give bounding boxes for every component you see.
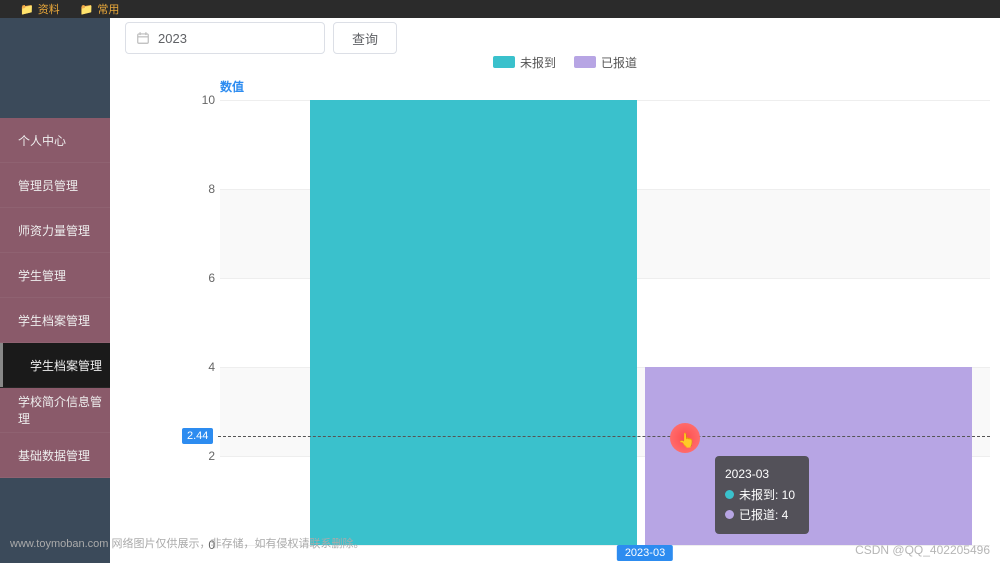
bar-未报到[interactable]	[310, 100, 637, 545]
sidebar-item-student[interactable]: 学生管理	[0, 253, 110, 298]
y-tick-label: 4	[190, 360, 215, 374]
sidebar-item-basic-data[interactable]: 基础数据管理	[0, 433, 110, 478]
sidebar-item-archive[interactable]: 学生档案管理	[0, 298, 110, 343]
year-value: 2023	[158, 31, 187, 46]
sidebar-item-archive-active[interactable]: 学生档案管理	[0, 343, 110, 388]
y-tick-label: 8	[190, 182, 215, 196]
sidebar-item-faculty[interactable]: 师资力量管理	[0, 208, 110, 253]
bookmark-folder-2[interactable]: 📁常用	[80, 1, 120, 17]
legend-swatch-2	[574, 56, 596, 68]
sidebar-item-personal[interactable]: 个人中心	[0, 118, 110, 163]
sidebar-item-admin[interactable]: 管理员管理	[0, 163, 110, 208]
chart-tooltip: 2023-03未报到: 10已报道: 4	[715, 456, 809, 533]
calendar-icon	[136, 31, 150, 45]
marker-badge: 2.44	[182, 428, 213, 444]
plot: 02468102023-032.44👆2023-03未报到: 10已报道: 4	[220, 100, 990, 545]
y-tick-label: 10	[190, 93, 215, 107]
cursor-hand-icon: 👆	[678, 432, 695, 449]
tooltip-row: 未报到: 10	[725, 485, 795, 505]
legend-swatch-1	[493, 56, 515, 68]
bookmarks-bar: 📁资料 📁常用	[0, 0, 1000, 18]
x-tick-label: 2023-03	[617, 545, 673, 561]
legend: 未报到 已报道	[130, 50, 1000, 74]
marker-line	[218, 436, 990, 437]
sidebar: 个人中心 管理员管理 师资力量管理 学生管理 学生档案管理 学生档案管理 学校简…	[0, 18, 110, 563]
cursor-highlight: 👆	[670, 423, 700, 453]
y-axis-title: 数值	[220, 78, 244, 95]
bookmark-folder-1[interactable]: 📁资料	[20, 1, 60, 17]
chart-area: 未报到 已报道 数值 02468102023-032.44👆2023-03未报到…	[130, 50, 1000, 563]
legend-item-2[interactable]: 已报道	[574, 54, 637, 71]
copyright-text: CSDN @QQ_402205496	[855, 543, 990, 557]
legend-item-1[interactable]: 未报到	[493, 54, 556, 71]
tooltip-row: 已报道: 4	[725, 505, 795, 525]
y-tick-label: 2	[190, 449, 215, 463]
tooltip-title: 2023-03	[725, 464, 795, 484]
y-tick-label: 6	[190, 271, 215, 285]
sidebar-item-school-intro[interactable]: 学校简介信息管理	[0, 388, 110, 433]
watermark-text: www.toymoban.com 网络图片仅供展示，非存储，如有侵权请联系删除。	[10, 535, 364, 551]
